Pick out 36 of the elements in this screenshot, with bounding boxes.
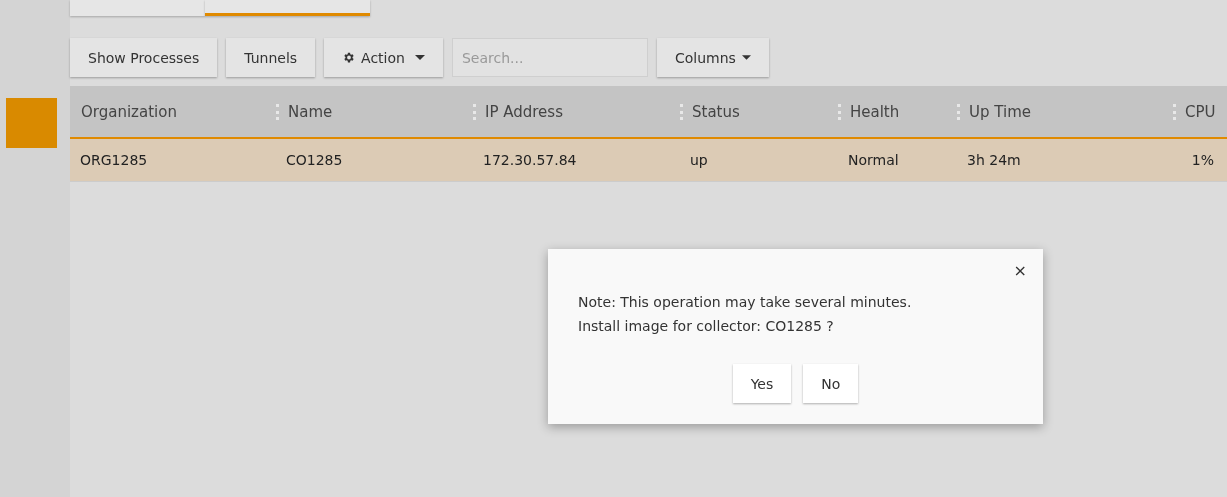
table-cell: up [690,152,708,168]
caret-icon [414,55,425,60]
sidebar-marker [6,98,57,148]
table-cell: ORG1285 [80,152,148,168]
column-header[interactable]: Health [850,102,900,121]
table-cell: 3h 24m [967,152,1021,168]
column-resize-handle[interactable] [838,103,844,120]
column-resize-handle[interactable] [473,103,479,120]
dialog-button[interactable]: Yes [732,364,792,403]
table-row[interactable]: ORG1285 CO1285 172.30.57.84 up Normal 3h 24m 1% [70,139,1227,182]
column-resize-handle[interactable] [680,103,686,120]
column-resize-handle[interactable] [276,103,282,120]
column-header[interactable]: Up Time [969,102,1031,121]
column-header[interactable]: Name [288,102,333,121]
toolbar-button[interactable]: Action [324,38,443,77]
tab[interactable] [70,0,205,16]
settings-icon [342,51,356,64]
search-field[interactable]: Search... [451,38,648,77]
toolbar-button[interactable]: Tunnels [226,38,316,77]
close-button[interactable]: × [1011,259,1029,282]
column-header[interactable]: IP Address [485,102,563,121]
toolbar-button[interactable]: Show Processes [70,38,218,77]
table-cell: 172.30.57.84 [483,152,577,168]
column-header[interactable]: Status [692,102,740,121]
table-cell: 1% [1191,152,1214,168]
column-header[interactable]: CPU [1185,102,1216,121]
caret-icon [741,55,751,60]
table-cell: CO1285 [286,152,343,168]
dialog-message: Note: This operation may take several minutes. Install image for collector: CO1285 ? [578,293,913,336]
table-cell: Normal [848,152,899,168]
columns-button[interactable]: Columns [656,38,769,77]
column-resize-handle[interactable] [957,103,963,120]
dialog-button[interactable]: No [803,364,859,403]
column-resize-handle[interactable] [1173,103,1179,120]
tab[interactable] [205,0,370,16]
column-header[interactable]: Organization [81,102,177,121]
